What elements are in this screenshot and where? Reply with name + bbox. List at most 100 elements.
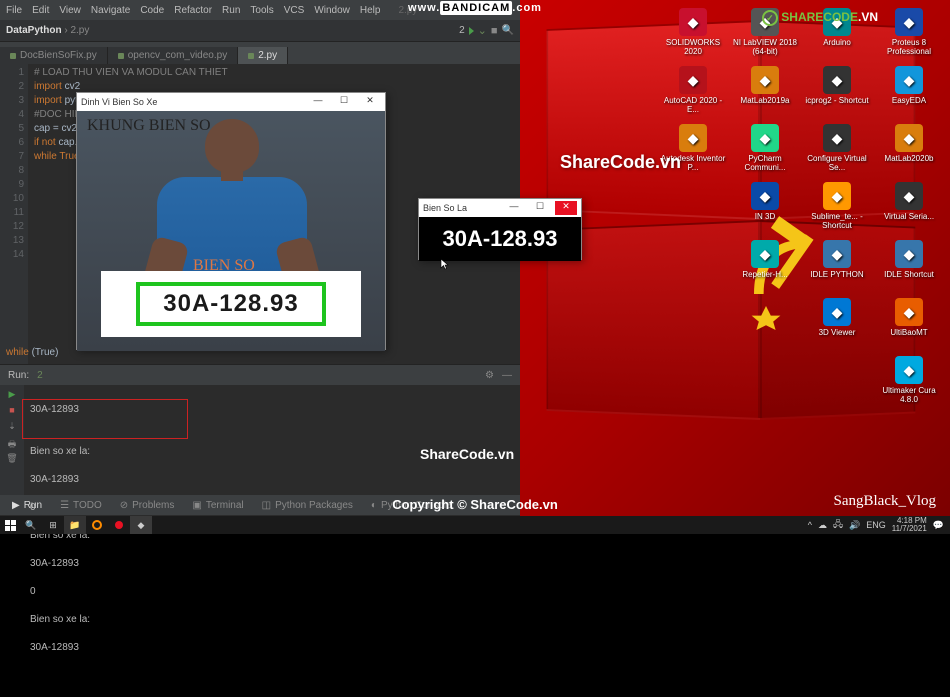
webcam-feed: KHUNG BIEN SO BIEN SO 30A-128.93 bbox=[77, 111, 385, 351]
menu-file[interactable]: File bbox=[6, 5, 22, 16]
tray-onedrive-icon[interactable]: ☁ bbox=[818, 520, 827, 531]
desktop-icon-27 bbox=[730, 298, 800, 354]
tray-volume-icon[interactable]: 🔊 bbox=[849, 520, 860, 531]
app-label: UltiBaoMT bbox=[890, 328, 927, 337]
close-button[interactable]: ✕ bbox=[555, 201, 577, 215]
desktop-icon-11[interactable]: ◆Configure Virtual Se... bbox=[802, 124, 872, 180]
minimize-button[interactable]: — bbox=[307, 95, 329, 109]
menu-edit[interactable]: Edit bbox=[32, 5, 49, 16]
menu-window[interactable]: Window bbox=[314, 5, 350, 16]
gear-icon[interactable]: ⚙ bbox=[485, 370, 494, 381]
desktop-icon-21[interactable]: ◆IDLE PYTHON bbox=[802, 240, 872, 296]
tab-opencv[interactable]: opencv_com_video.py bbox=[108, 47, 239, 64]
windows-logo-icon bbox=[5, 520, 16, 531]
trash-icon[interactable]: 🗑 bbox=[6, 453, 18, 465]
desktop-icon-25[interactable]: ◆UltiBaoMT bbox=[874, 298, 944, 354]
python-icon bbox=[248, 53, 254, 59]
desktop-icon-15[interactable]: ◆Virtual Seria... bbox=[874, 182, 944, 238]
author-watermark: SangBlack_Vlog bbox=[834, 493, 937, 510]
app-icon: ◆ bbox=[895, 66, 923, 94]
debug-icon[interactable]: ⌄ bbox=[478, 24, 487, 37]
app-icon: ◆ bbox=[895, 356, 923, 384]
menu-view[interactable]: View bbox=[59, 5, 81, 16]
desktop-icon-0[interactable]: ◆Proteus 8 Professional bbox=[874, 8, 944, 64]
plate-result-window[interactable]: Bien So La — ☐ ✕ 30A-128.93 bbox=[418, 198, 582, 260]
maximize-button[interactable]: ☐ bbox=[333, 95, 355, 109]
menu-vcs[interactable]: VCS bbox=[284, 5, 305, 16]
app-label: Arduino bbox=[823, 38, 851, 47]
bandicam-watermark: www.BANDICAM.com bbox=[408, 2, 542, 14]
app-label: Proteus 8 Professional bbox=[874, 38, 944, 56]
desktop-icon-17[interactable]: ◆IN 3D bbox=[730, 182, 800, 238]
taskbar-taskview-icon[interactable]: ⊞ bbox=[42, 516, 64, 534]
license-plate-card: 30A-128.93 bbox=[101, 271, 361, 337]
app-icon: ◆ bbox=[751, 124, 779, 152]
desktop-icon-5[interactable]: ◆EasyEDA bbox=[874, 66, 944, 122]
app-label: MatLab2020b bbox=[885, 154, 934, 163]
desktop-icon-26[interactable]: ◆3D Viewer bbox=[802, 298, 872, 354]
copyright-text: Copyright © ShareCode.vn bbox=[392, 497, 558, 512]
sharecode-watermark-center: ShareCode.vn bbox=[560, 152, 681, 173]
taskbar-app-3[interactable] bbox=[108, 516, 130, 534]
menu-navigate[interactable]: Navigate bbox=[91, 5, 130, 16]
menu-tools[interactable]: Tools bbox=[250, 5, 273, 16]
desktop-icon-30[interactable]: ◆ Ultimaker Cura 4.8.0 bbox=[874, 356, 944, 412]
scroll-icon[interactable]: ⇣ bbox=[6, 421, 18, 433]
app-icon: ◆ bbox=[679, 124, 707, 152]
app-label: Configure Virtual Se... bbox=[802, 154, 872, 172]
search-icon[interactable]: 🔍 bbox=[502, 25, 514, 36]
console-output[interactable]: 30A-12893 Bien so xe la: 30A-12893 0 Bie… bbox=[24, 385, 520, 495]
tray-clock[interactable]: 4:18 PM11/7/2021 bbox=[892, 517, 927, 533]
line-gutter: 1234567891011121314 bbox=[0, 64, 28, 364]
taskbar[interactable]: 🔍 ⊞ 📁 ◆ ^ ☁ 🖧 🔊 ENG 4:18 PM11/7/2021 💬 bbox=[0, 516, 950, 534]
breadcrumb[interactable]: DataPython › 2.py bbox=[6, 25, 89, 36]
app-icon: ◆ bbox=[823, 182, 851, 210]
desktop-icon-6[interactable]: ◆icprog2 - Shortcut bbox=[802, 66, 872, 122]
rerun-icon[interactable]: ▶ bbox=[6, 389, 18, 401]
tab-docbiensofix[interactable]: DocBienSoFix.py bbox=[0, 47, 108, 64]
minimize-icon[interactable]: — bbox=[502, 370, 512, 381]
menu-refactor[interactable]: Refactor bbox=[174, 5, 212, 16]
menu-help[interactable]: Help bbox=[360, 5, 381, 16]
maximize-button[interactable]: ☐ bbox=[529, 201, 551, 215]
python-icon bbox=[10, 53, 16, 59]
run-panel-title: Run: bbox=[8, 370, 29, 381]
desktop-icon-18 bbox=[658, 182, 728, 238]
webcam-titlebar[interactable]: Dinh Vi Bien So Xe — ☐ ✕ bbox=[77, 93, 385, 111]
menu-code[interactable]: Code bbox=[140, 5, 164, 16]
taskbar-app-2[interactable] bbox=[86, 516, 108, 534]
menu-run[interactable]: Run bbox=[222, 5, 240, 16]
stop-run-icon[interactable]: ■ bbox=[6, 405, 18, 417]
app-icon: ◆ bbox=[823, 298, 851, 326]
print-icon[interactable]: 🖶 bbox=[6, 437, 18, 449]
tray-chevron-up-icon[interactable]: ^ bbox=[808, 520, 812, 530]
desktop-background[interactable]: ◆Proteus 8 Professional◆Arduino◆NI LabVI… bbox=[520, 0, 950, 534]
desktop-icon-12[interactable]: ◆PyCharm Communi... bbox=[730, 124, 800, 180]
minimize-button[interactable]: — bbox=[503, 201, 525, 215]
app-label: NI LabVIEW 2018 (64-bit) bbox=[730, 38, 800, 56]
run-config-selector[interactable]: 2 bbox=[459, 25, 465, 36]
tab-2py[interactable]: 2.py bbox=[238, 47, 288, 64]
taskbar-search-icon[interactable]: 🔍 bbox=[20, 516, 42, 534]
desktop-icon-8[interactable]: ◆AutoCAD 2020 - E... bbox=[658, 66, 728, 122]
desktop-icon-22[interactable]: ◆Repetier-H... bbox=[730, 240, 800, 296]
stop-icon[interactable]: ■ bbox=[491, 25, 498, 37]
taskbar-app-1[interactable]: 📁 bbox=[64, 516, 86, 534]
desktop-icon-10[interactable]: ◆MatLab2020b bbox=[874, 124, 944, 180]
taskbar-pycharm[interactable]: ◆ bbox=[130, 516, 152, 534]
app-label: Ultimaker Cura 4.8.0 bbox=[874, 386, 944, 404]
app-label: Repetier-H... bbox=[742, 270, 787, 279]
webcam-window[interactable]: Dinh Vi Bien So Xe — ☐ ✕ KHUNG BIEN SO B… bbox=[76, 92, 386, 350]
tray-notifications-icon[interactable]: 💬 bbox=[933, 520, 944, 531]
tray-lang[interactable]: ENG bbox=[866, 520, 886, 530]
desktop-icon-7[interactable]: ◆MatLab2019a bbox=[730, 66, 800, 122]
sharecode-watermark-bottom: ShareCode.vn bbox=[420, 446, 514, 462]
tray-network-icon[interactable]: 🖧 bbox=[833, 517, 843, 533]
run-icon[interactable] bbox=[469, 27, 474, 35]
desktop-icon-20[interactable]: ◆IDLE Shortcut bbox=[874, 240, 944, 296]
plate-result-titlebar[interactable]: Bien So La — ☐ ✕ bbox=[419, 199, 581, 217]
desktop-icon-3[interactable]: ◆SOLIDWORKS 2020 bbox=[658, 8, 728, 64]
desktop-icon-16[interactable]: ◆Sublime_te... - Shortcut bbox=[802, 182, 872, 238]
start-button[interactable] bbox=[0, 516, 20, 534]
close-button[interactable]: ✕ bbox=[359, 95, 381, 109]
